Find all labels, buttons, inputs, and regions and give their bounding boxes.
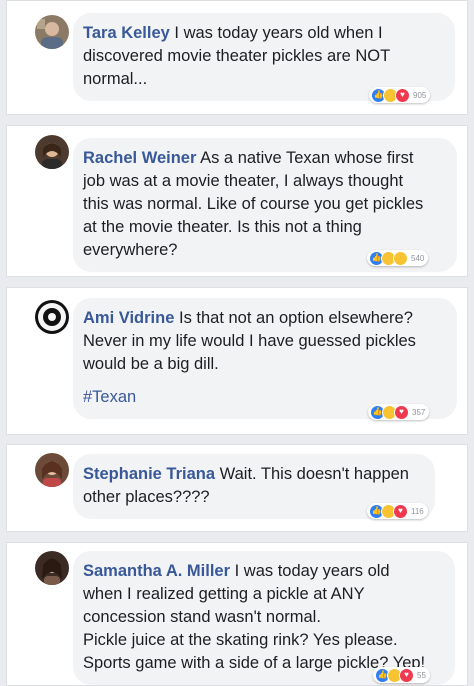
reaction-summary[interactable]: 👍 ♥ 55 [373,667,430,683]
reaction-summary[interactable]: 👍 ♥ 357 [368,404,430,420]
comment-text-line: Is that not an option elsewhere? [178,309,413,327]
comment-card: Tara Kelley I was today years old when I… [6,0,468,115]
reaction-count: 905 [413,90,427,100]
comment-text-line: Never in my life would I have guessed pi… [83,332,416,350]
author-name[interactable]: Tara Kelley [83,24,170,42]
reaction-summary[interactable]: 👍 ♥ 905 [369,87,431,103]
love-icon: ♥ [394,404,409,420]
love-icon: ♥ [399,667,414,683]
author-name[interactable]: Rachel Weiner [83,149,196,167]
avatar[interactable] [35,15,69,49]
reaction-summary[interactable]: 👍 ♥ 116 [367,503,428,519]
avatar[interactable] [35,551,69,585]
comment-card: Stephanie Triana Wait. This doesn't happ… [6,444,468,532]
comment-text-line: concession stand wasn't normal. [83,608,321,626]
comment-text-line: I was today years old [234,562,390,580]
avatar[interactable] [35,135,69,169]
comment-text-line: when I realized getting a pickle at ANY [83,585,365,603]
author-name[interactable]: Stephanie Triana [83,465,215,483]
comment-text-line: discovered movie theater pickles are NOT [83,47,391,65]
comment-card: Samantha A. Miller I was today years old… [6,542,468,686]
comment-text-line: Wait. This doesn't happen [219,465,409,483]
comment-bubble: Ami Vidrine Is that not an option elsewh… [73,298,457,419]
love-icon: ♥ [395,87,410,103]
comment-text-line: As a native Texan whose first [200,149,414,167]
comment-text-line: normal... [83,70,148,88]
avatar[interactable] [35,300,69,334]
comment-bubble: Samantha A. Miller I was today years old… [73,551,455,685]
reaction-count: 116 [411,506,424,516]
reaction-count: 540 [411,253,425,263]
comment-text-line: I was today years old when I [174,24,383,42]
comment-card: Ami Vidrine Is that not an option elsewh… [6,287,468,435]
reaction-count: 55 [417,670,426,680]
love-icon: ♥ [393,503,408,519]
comment-text-line: would be a big dill. [83,355,219,373]
author-name[interactable]: Ami Vidrine [83,309,174,327]
comment-text-line: at the movie theater. Is this not a thin… [83,218,362,236]
reaction-count: 357 [412,407,426,417]
comment-card: Rachel Weiner As a native Texan whose fi… [6,125,468,277]
avatar[interactable] [35,453,69,487]
comment-text-line: job was at a movie theater, I always tho… [83,172,404,190]
comment-text-line: this was normal. Like of course you get … [83,195,424,213]
reaction-summary[interactable]: 👍 540 [367,250,429,266]
wow-icon [393,250,408,266]
comment-text-line: other places???? [83,488,210,506]
comment-text-line: Pickle juice at the skating rink? Yes pl… [83,631,398,649]
author-name[interactable]: Samantha A. Miller [83,562,230,580]
comment-text-line: everywhere? [83,241,178,259]
